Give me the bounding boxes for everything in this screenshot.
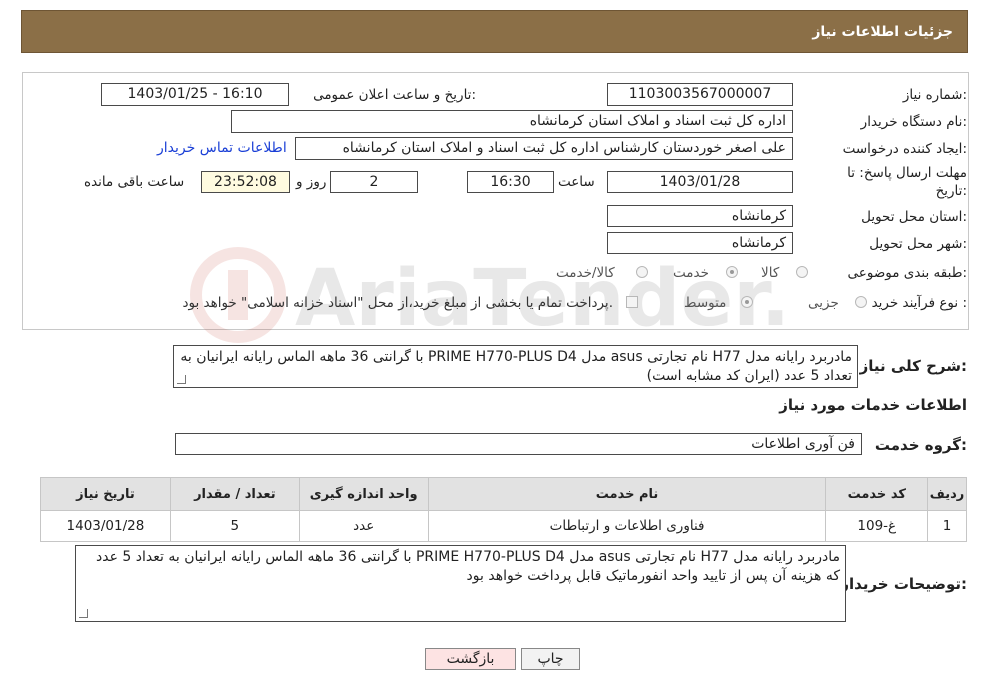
purchase-medium-radio[interactable] (741, 296, 753, 308)
resize-handle-icon[interactable] (177, 375, 186, 384)
table-row: 1 غ-109 فناوری اطلاعات و ارتباطات عدد 5 … (40, 510, 967, 542)
services-section-title: اطلاعات خدمات مورد نیاز (779, 396, 967, 414)
table-cell: فناوری اطلاعات و ارتباطات (427, 510, 827, 542)
buyer-org-field: اداره کل ثبت اسناد و املاک استان کرمانشا… (231, 110, 793, 133)
table-cell: 1 (927, 510, 967, 542)
column-header: کد خدمت (825, 477, 929, 511)
back-button[interactable]: بازگشت (425, 648, 516, 670)
purchase-type-label: نوع فرآیند خرید : (871, 295, 967, 311)
deadline-label-date: تاریخ: (935, 183, 967, 199)
table-cell: غ-109 (825, 510, 929, 542)
need-number-label: شماره نیاز: (902, 87, 967, 103)
summary-textarea: مادربرد رایانه مدل H77 نام تجارتی asus م… (173, 345, 858, 388)
province-field: کرمانشاه (607, 205, 793, 227)
days-label: روز و (296, 174, 327, 190)
treasury-payment-checkbox[interactable] (626, 296, 638, 308)
requester-label: ایجاد کننده درخواست: (842, 141, 967, 157)
deadline-date-field: 1403/01/28 (607, 171, 793, 193)
page-title: جزئیات اطلاعات نیاز (812, 24, 953, 40)
need-number-field: 1103003567000007 (607, 83, 793, 106)
requester-field: علی اصغر خوردستان کارشناس اداره کل ثبت ا… (295, 137, 793, 160)
buyer-notes-text: مادربرد رایانه مدل H77 نام تجارتی asus م… (96, 549, 840, 584)
column-header: نام خدمت (427, 477, 827, 511)
table-cell: 1403/01/28 (40, 510, 171, 542)
summary-label: شرح کلی نیاز: (859, 357, 967, 375)
deadline-time-label: ساعت (558, 174, 595, 190)
summary-text: مادربرد رایانه مدل H77 نام تجارتی asus م… (180, 349, 852, 384)
service-group-field: فن آوری اطلاعات (175, 433, 862, 455)
purchase-minor-label: جزیی (808, 295, 839, 311)
service-group-label: گروه خدمت: (874, 436, 967, 454)
deadline-time-field: 16:30 (467, 171, 554, 193)
category-goods-service-radio[interactable] (636, 266, 648, 278)
category-service-radio[interactable] (726, 266, 738, 278)
city-field: کرمانشاه (607, 232, 793, 254)
days-field: 2 (330, 171, 418, 193)
table-cell: 5 (169, 510, 300, 542)
province-label: استان محل تحویل: (861, 209, 967, 225)
purchase-minor-radio[interactable] (855, 296, 867, 308)
city-label: شهر محل تحویل: (869, 236, 967, 252)
table-header-row: ردیف کد خدمت نام خدمت واحد اندازه گیری ت… (40, 477, 967, 511)
remaining-time-label: ساعت باقی مانده (84, 174, 185, 190)
purchase-medium-label: متوسط (684, 295, 727, 311)
category-service-label: خدمت (673, 265, 709, 281)
column-header: تاریخ نیاز (40, 477, 171, 511)
buyer-org-label: نام دستگاه خریدار: (860, 114, 967, 130)
remaining-time-field: 23:52:08 (201, 171, 290, 193)
buyer-notes-label: توضیحات خریدار: (840, 575, 967, 593)
category-goods-service-label: کالا/خدمت (556, 265, 615, 281)
buyer-notes-textarea: مادربرد رایانه مدل H77 نام تجارتی asus م… (75, 545, 846, 622)
resize-handle-icon[interactable] (79, 609, 88, 618)
buyer-contact-link[interactable]: اطلاعات تماس خریدار (157, 140, 287, 156)
treasury-payment-note: پرداخت تمام یا بخشی از مبلغ خرید،از محل … (182, 295, 613, 311)
table-cell: عدد (298, 510, 429, 542)
announce-datetime-label: تاریخ و ساعت اعلان عمومی: (313, 87, 476, 103)
deadline-label: مهلت ارسال پاسخ: تا (847, 165, 967, 181)
category-label: طبقه بندی موضوعی: (847, 265, 967, 281)
column-header: واحد اندازه گیری (298, 477, 429, 511)
category-goods-label: کالا (761, 265, 780, 281)
column-header: تعداد / مقدار (169, 477, 300, 511)
category-goods-radio[interactable] (796, 266, 808, 278)
print-button[interactable]: چاپ (521, 648, 580, 670)
announce-datetime-field: 1403/01/25 - 16:10 (101, 83, 289, 106)
column-header: ردیف (927, 477, 967, 511)
services-table: ردیف کد خدمت نام خدمت واحد اندازه گیری ت… (40, 477, 967, 542)
page-header: جزئیات اطلاعات نیاز (21, 10, 968, 53)
